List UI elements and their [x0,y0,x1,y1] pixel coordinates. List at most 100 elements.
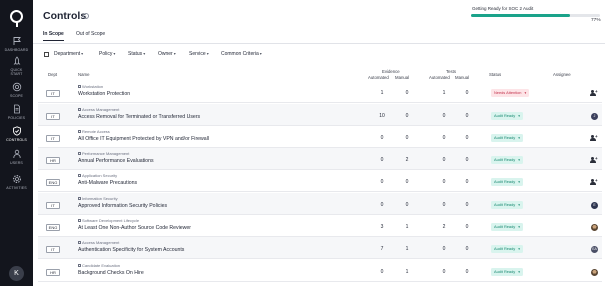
filter-status[interactable]: Status▾ [128,51,145,57]
tabs-divider [33,43,605,44]
assignee-avatar[interactable]: EA [591,245,598,253]
tests-automated-count: 0 [442,179,446,185]
chevron-down-icon: ▾ [518,202,520,207]
control-name[interactable]: All Office IT Equipment Protected by VPN… [78,136,209,142]
sidebar-item-controls[interactable]: CONTROLS [0,126,33,142]
tab-out-of-scope[interactable]: Out of Scope [76,31,105,40]
control-name[interactable]: Access Removal for Terminated or Transfe… [78,114,200,120]
status-dropdown[interactable]: Audit Ready ▾ [491,177,523,186]
column-header-tests: Tests [446,69,457,74]
control-name[interactable]: At Least One Non-Author Source Code Revi… [78,225,191,231]
chevron-down-icon: ▾ [81,51,84,56]
add-assignee-icon[interactable]: + [590,89,598,97]
control-name[interactable]: Authentication Specificity for System Ac… [78,247,184,253]
sidebar-item-activities[interactable]: ACTIVITIES [0,174,33,190]
user-avatar[interactable]: K [9,266,24,281]
column-header-evidence-automated[interactable]: Automated [368,75,389,80]
status-label: Audit Ready [494,112,516,118]
chevron-down-icon: ▾ [259,51,262,56]
category-label: Application Security [82,173,118,178]
table-row[interactable]: ENG Software Development Lifecycle At Leas… [38,215,602,237]
add-assignee-icon[interactable]: + [590,134,598,142]
progress-percent: 77% [591,18,601,23]
status-dropdown[interactable]: Needs Attention ▾ [491,88,530,97]
status-dropdown[interactable]: Audit Ready ▾ [491,155,523,164]
table-row[interactable]: IT Remote Access All Office IT Equipment P… [38,126,602,148]
filter-owner[interactable]: Owner▾ [158,51,176,57]
dept-badge: HR [46,156,60,164]
audit-progress-fill [471,14,571,17]
assignee-avatar[interactable]: E [591,201,598,209]
column-header-evidence-manual[interactable]: Manual [395,75,409,80]
dept-badge: HR [46,268,60,276]
table-row[interactable]: IT Information Security Approved Informati… [38,193,602,215]
rocket-icon [13,56,20,65]
app-logo-icon[interactable] [10,10,23,27]
control-name[interactable]: Annual Performance Evaluations [78,158,154,164]
tests-manual-count: 0 [465,90,469,96]
sidebar-item-dashboard[interactable]: DASHBOARD [0,36,33,52]
progress-label: Getting Ready for SOC 2 Audit [472,6,534,11]
filter-policy[interactable]: Policy▾ [99,51,115,57]
tests-automated-count: 0 [442,202,446,208]
sidebar-item-users[interactable]: USERS [0,149,33,165]
dept-badge: ENG [46,223,60,231]
status-dropdown[interactable]: Audit Ready ▾ [491,244,523,253]
control-category: Information Security [78,196,118,201]
filter-label: Status [128,51,143,57]
status-dropdown[interactable]: Audit Ready ▾ [491,200,523,209]
table-row[interactable]: IT Access Management Authentication Specif… [38,237,602,259]
filter-service[interactable]: Service▾ [189,51,209,57]
table-row[interactable]: IT Access Management Access Removal for Te… [38,104,602,126]
filter-common-criteria[interactable]: Common Criteria▾ [221,51,262,57]
category-label: Performance Management [82,151,130,156]
tests-manual-count: 0 [465,157,469,163]
status-dropdown[interactable]: Audit Ready ▾ [491,222,523,231]
sidebar-item-scope[interactable]: SCOPE [0,82,33,98]
status-dropdown[interactable]: Audit Ready ▾ [491,267,523,276]
control-name[interactable]: Workstation Protection [78,91,130,97]
table-row[interactable]: IT Workstation Workstation Protection 1 0 1 0 N… [38,81,602,103]
tests-automated-count: 0 [442,113,446,119]
column-header-tests-manual[interactable]: Manual [455,75,469,80]
add-assignee-icon[interactable]: + [590,178,598,186]
chevron-down-icon: ▾ [518,157,520,162]
control-name[interactable]: Anti-Malware Precautions [78,180,137,186]
assignee-avatar-photo[interactable] [591,268,598,276]
dept-badge: IT [46,112,60,120]
filter-department[interactable]: Department▾ [54,51,83,57]
column-header-dept[interactable]: Dept [48,72,57,77]
status-dropdown[interactable]: Audit Ready ▾ [491,133,523,142]
category-label: Workstation [82,84,104,89]
control-name[interactable]: Background Checks On Hire [78,270,144,276]
dept-badge: ENG [46,178,60,186]
filter-toggle-icon[interactable] [44,52,49,57]
table-row[interactable]: HR Performance Management Annual Performan… [38,148,602,170]
add-assignee-icon[interactable]: + [590,156,598,164]
table-row[interactable]: ENG Application Security Anti-Malware Prec… [38,170,602,192]
column-header-evidence: Evidence [382,69,400,74]
category-icon [78,85,81,89]
tests-automated-count: 1 [442,90,446,96]
column-header-tests-automated[interactable]: Automated [429,75,450,80]
column-header-status[interactable]: Status [489,72,501,77]
evidence-manual-count: 1 [405,246,409,252]
assignee-avatar[interactable]: J [591,112,598,120]
chevron-down-icon: ▾ [518,113,520,118]
assignee-avatar-photo[interactable] [591,223,598,231]
tests-automated-count: 0 [442,246,446,252]
status-dropdown[interactable]: Audit Ready ▾ [491,111,523,120]
filter-label: Policy [99,51,113,57]
sidebar-item-policies[interactable]: POLICIES [0,104,33,120]
table-row[interactable]: HR Candidate Evaluation Background Checks … [38,260,602,282]
info-icon[interactable]: i [83,13,89,19]
category-icon [78,197,81,201]
column-header-assignee[interactable]: Assignee [553,72,571,77]
control-name[interactable]: Approved Information Security Policies [78,203,167,209]
column-header-name[interactable]: Name [78,72,89,77]
chevron-down-icon: ▾ [518,246,520,251]
tab-in-scope[interactable]: In Scope [43,31,64,41]
gear-icon [12,174,21,184]
control-category: Candidate Evaluation [78,263,120,268]
sidebar-item-quick-start[interactable]: QUICK START [0,56,33,76]
